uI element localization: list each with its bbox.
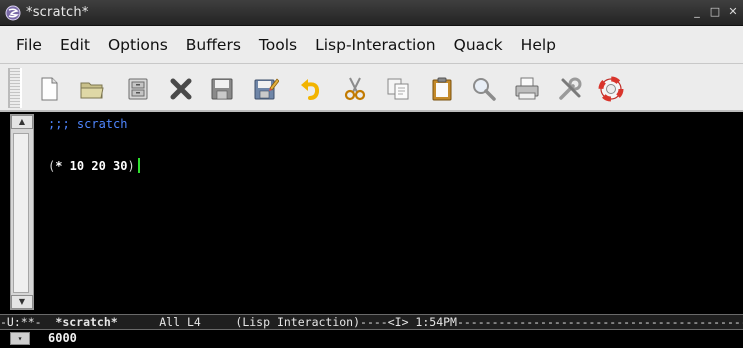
save-button[interactable] — [208, 75, 236, 103]
modeline-mode: (Lisp Interaction)----<I> 1:54PM--------… — [235, 315, 743, 329]
code-line[interactable]: (* 10 20 30) — [48, 158, 140, 173]
open-folder-button[interactable] — [78, 75, 106, 103]
menu-lisp-interaction[interactable]: Lisp-Interaction — [306, 26, 445, 64]
print-icon — [515, 77, 539, 100]
menu-edit[interactable]: Edit — [51, 26, 99, 64]
maximize-button[interactable]: □ — [709, 4, 721, 20]
title-bar[interactable]: *scratch* _ □ ✕ — [0, 0, 743, 26]
menu-bar: File Edit Options Buffers Tools Lisp-Int… — [0, 26, 743, 64]
help-button[interactable] — [597, 75, 625, 103]
print-button[interactable] — [513, 75, 541, 103]
menu-quack[interactable]: Quack — [445, 26, 512, 64]
cut-icon — [344, 77, 366, 101]
new-file-button[interactable] — [35, 75, 63, 103]
close-buffer-button[interactable] — [167, 75, 195, 103]
save-icon — [211, 78, 233, 100]
customize-icon — [559, 77, 582, 100]
search-icon — [473, 78, 496, 101]
text-cursor — [137, 158, 140, 173]
code-expression: * 10 20 30 — [55, 159, 128, 173]
copy-icon — [387, 78, 409, 100]
close-buffer-icon — [170, 78, 192, 100]
modeline-position: All L4 — [117, 315, 236, 329]
mode-line[interactable]: -U:**- *scratch* All L4 (Lisp Interactio… — [0, 314, 743, 330]
copy-button[interactable] — [384, 75, 412, 103]
dired-cabinet-icon — [128, 78, 148, 100]
minibuffer-toggle-icon[interactable]: ▾ — [10, 332, 30, 345]
save-as-icon — [254, 78, 279, 100]
paste-button[interactable] — [428, 75, 456, 103]
customize-button[interactable] — [556, 75, 584, 103]
modeline-buffer-name: *scratch* — [55, 315, 118, 329]
echo-area[interactable]: ▾ 6000 — [0, 330, 743, 348]
tool-bar — [0, 64, 743, 112]
search-button[interactable] — [470, 75, 498, 103]
emacs-app-icon — [5, 5, 21, 20]
close-button[interactable]: ✕ — [727, 4, 739, 20]
toolbar-grip-handle[interactable] — [8, 68, 22, 108]
new-file-icon — [41, 77, 58, 101]
vertical-scrollbar[interactable]: ▲ ▼ — [10, 114, 34, 310]
echo-text: 6000 — [48, 331, 77, 345]
menu-options[interactable]: Options — [99, 26, 177, 64]
editor-area[interactable] — [0, 112, 743, 311]
paste-icon — [432, 77, 452, 101]
menu-tools[interactable]: Tools — [250, 26, 306, 64]
menu-buffers[interactable]: Buffers — [177, 26, 250, 64]
close-paren: ) — [127, 159, 135, 173]
undo-button[interactable] — [297, 75, 325, 103]
scroll-down-arrow[interactable]: ▼ — [11, 295, 33, 309]
minimize-button[interactable]: _ — [691, 4, 703, 20]
open-folder-icon — [80, 82, 104, 99]
modeline-status: -U:**- — [0, 315, 56, 329]
cut-button[interactable] — [341, 75, 369, 103]
help-lifebuoy-icon — [598, 76, 624, 102]
dired-button[interactable] — [124, 75, 152, 103]
window-title: *scratch* — [26, 5, 89, 20]
scroll-up-arrow[interactable]: ▲ — [11, 115, 33, 129]
undo-icon — [301, 79, 320, 100]
scroll-thumb[interactable] — [13, 133, 29, 293]
menu-file[interactable]: File — [0, 26, 51, 64]
menu-help[interactable]: Help — [512, 26, 565, 64]
save-as-button[interactable] — [252, 75, 280, 103]
comment-line[interactable]: ;;; scratch — [48, 117, 127, 131]
